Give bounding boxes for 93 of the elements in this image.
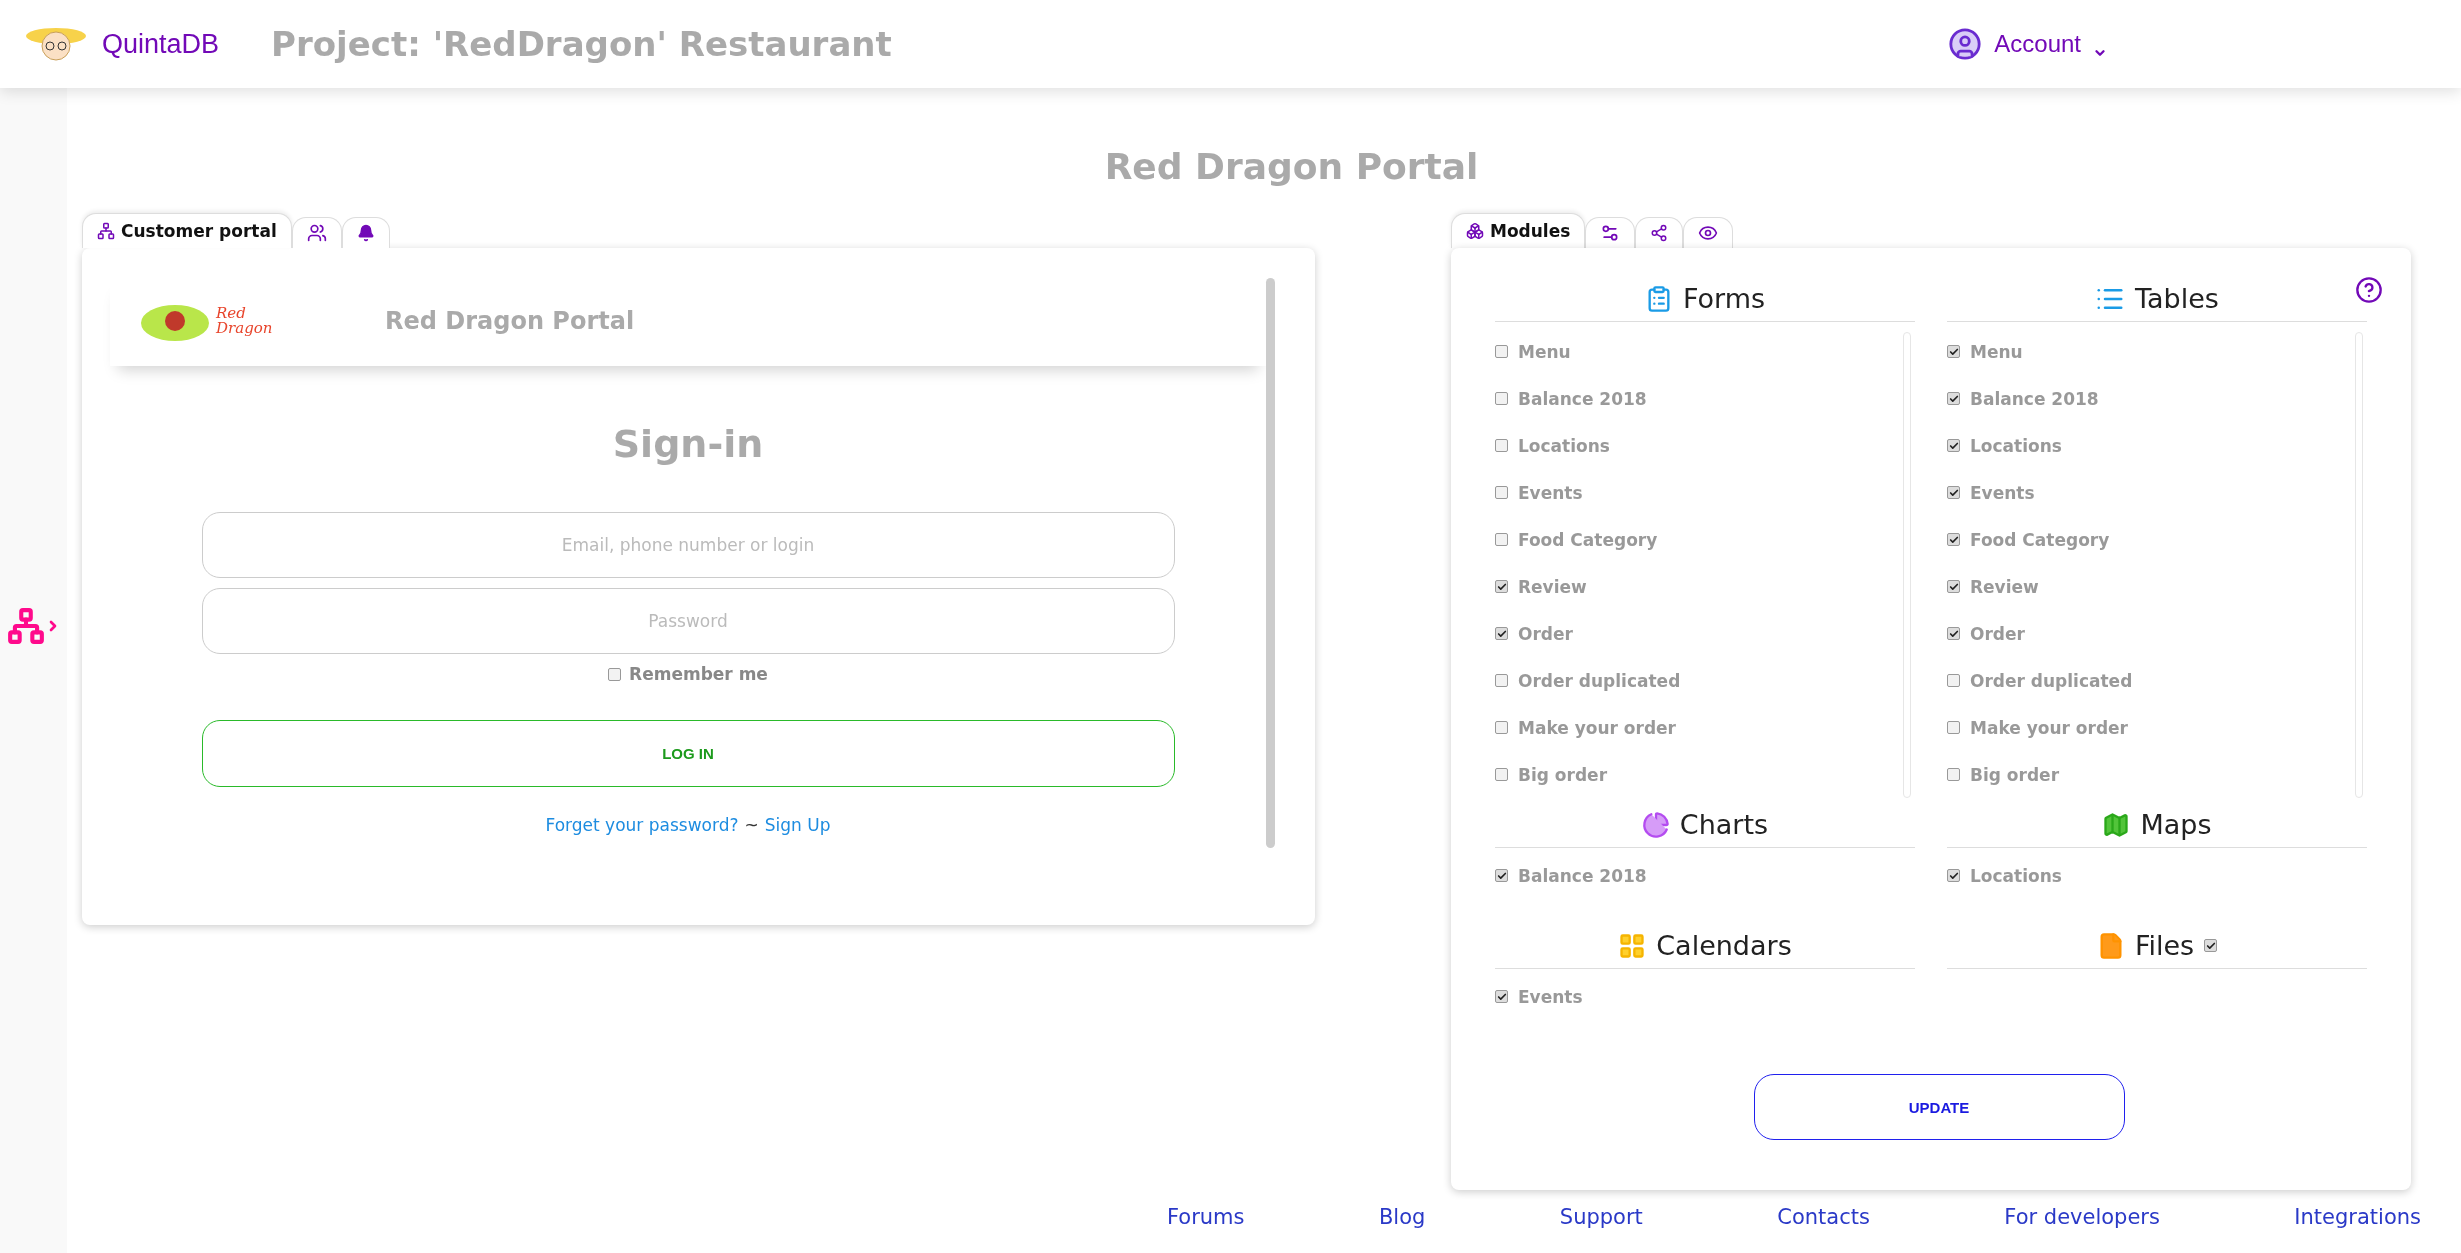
- checkbox[interactable]: [1947, 392, 1960, 405]
- footer-link[interactable]: For developers: [2004, 1205, 2160, 1229]
- module-name: Events: [1518, 986, 1583, 1007]
- module-name: Locations: [1970, 865, 2062, 886]
- checkbox[interactable]: [1495, 392, 1508, 405]
- logo-drawing: Red Dragon: [140, 296, 315, 346]
- link-separator: ~: [744, 815, 759, 835]
- module-name: Order duplicated: [1518, 670, 1681, 691]
- module-name: Big order: [1518, 764, 1608, 785]
- module-name: Balance 2018: [1518, 865, 1647, 886]
- checkbox[interactable]: [1947, 721, 1960, 734]
- checkbox[interactable]: [1495, 533, 1508, 546]
- calendar-icon: [1618, 931, 1647, 960]
- checkbox[interactable]: [1495, 869, 1508, 882]
- module-name: Balance 2018: [1970, 388, 2099, 409]
- login-button[interactable]: LOG IN: [201, 720, 1175, 787]
- checkbox[interactable]: [1495, 627, 1508, 640]
- sign-in-heading: Sign-in: [612, 422, 764, 466]
- checkbox[interactable]: [1947, 533, 1960, 546]
- module-name: Order duplicated: [1970, 670, 2133, 691]
- section-title: Maps: [2140, 809, 2212, 840]
- tab[interactable]: [1635, 217, 1684, 248]
- account-menu[interactable]: Account: [1948, 27, 2107, 61]
- forgot-password-link[interactable]: Forget your password?: [545, 815, 739, 835]
- checkbox[interactable]: [1947, 627, 1960, 640]
- module-name: Make your order: [1970, 717, 2128, 738]
- section-title: Forms: [1682, 283, 1766, 314]
- module-name: Order: [1518, 623, 1573, 644]
- project-title: Project: 'RedDragon' Restaurant: [271, 24, 892, 64]
- section-title: Tables: [2135, 283, 2219, 314]
- password-field[interactable]: Password: [201, 588, 1175, 654]
- checkbox[interactable]: [1947, 580, 1960, 593]
- checkbox[interactable]: [1495, 721, 1508, 734]
- login-field[interactable]: Email, phone number or login: [201, 512, 1175, 578]
- checkbox[interactable]: [1495, 486, 1508, 499]
- help-icon[interactable]: [2355, 276, 2383, 304]
- eye-icon: [1698, 223, 1719, 243]
- checkbox[interactable]: [1947, 768, 1960, 781]
- tab[interactable]: [291, 217, 342, 248]
- checkbox[interactable]: [608, 667, 622, 681]
- brand-name[interactable]: QuintaDB: [102, 28, 220, 60]
- checkbox[interactable]: [1947, 439, 1960, 452]
- module-name: Big order: [1970, 764, 2060, 785]
- checkbox[interactable]: [1947, 486, 1960, 499]
- footer-link[interactable]: Support: [1559, 1205, 1643, 1229]
- checkbox[interactable]: [1495, 768, 1508, 781]
- checkbox[interactable]: [1495, 674, 1508, 687]
- module-name: Locations: [1518, 435, 1610, 456]
- section-title: Charts: [1679, 809, 1769, 840]
- checkbox[interactable]: [2204, 939, 2218, 952]
- update-button[interactable]: UPDATE: [1753, 1074, 2125, 1140]
- tab[interactable]: Customer portal: [82, 213, 292, 248]
- page-title: Red Dragon Portal: [1103, 146, 1480, 187]
- boxes-icon: [1466, 222, 1484, 240]
- module-name: Review: [1518, 576, 1587, 597]
- module-name: Locations: [1970, 435, 2062, 456]
- footer-link[interactable]: Contacts: [1777, 1205, 1870, 1229]
- bell-icon: [356, 224, 375, 242]
- module-name: Make your order: [1518, 717, 1676, 738]
- checkbox[interactable]: [1947, 674, 1960, 687]
- sitemap-icon: [97, 222, 115, 240]
- tab[interactable]: [1683, 217, 1734, 248]
- module-name: Food Category: [1518, 529, 1658, 550]
- portal-name: Red Dragon Portal: [385, 307, 635, 335]
- checkbox[interactable]: [1495, 580, 1508, 593]
- sign-up-link[interactable]: Sign Up: [764, 815, 831, 835]
- tab[interactable]: Modules: [1451, 213, 1586, 248]
- module-name: Food Category: [1970, 529, 2110, 550]
- module-name: Menu: [1970, 341, 2023, 362]
- pie-chart-icon: [1641, 810, 1670, 839]
- checkbox[interactable]: [1495, 345, 1508, 358]
- checkbox[interactable]: [1495, 439, 1508, 452]
- section-title: Files: [2134, 930, 2195, 961]
- share-icon: [1650, 224, 1669, 242]
- scrollbar[interactable]: [1266, 278, 1275, 848]
- users-icon: [306, 223, 327, 243]
- section-title: Calendars: [1656, 930, 1792, 961]
- module-name: Events: [1518, 482, 1583, 503]
- tab[interactable]: [1585, 217, 1636, 248]
- tab[interactable]: [341, 217, 390, 248]
- module-name: Balance 2018: [1518, 388, 1647, 409]
- footer-link[interactable]: Forums: [1167, 1205, 1245, 1229]
- module-name: Menu: [1518, 341, 1571, 362]
- checkbox[interactable]: [1947, 345, 1960, 358]
- module-name: Order: [1970, 623, 2025, 644]
- module-name: Review: [1970, 576, 2039, 597]
- footer-link[interactable]: Integrations: [2294, 1205, 2421, 1229]
- module-name: Events: [1970, 482, 2035, 503]
- remember-me-label: Remember me: [629, 664, 768, 684]
- checkbox[interactable]: [1947, 869, 1960, 882]
- user-icon: [1948, 27, 1983, 61]
- checkbox[interactable]: [1495, 990, 1508, 1003]
- footer-link[interactable]: Blog: [1378, 1205, 1426, 1229]
